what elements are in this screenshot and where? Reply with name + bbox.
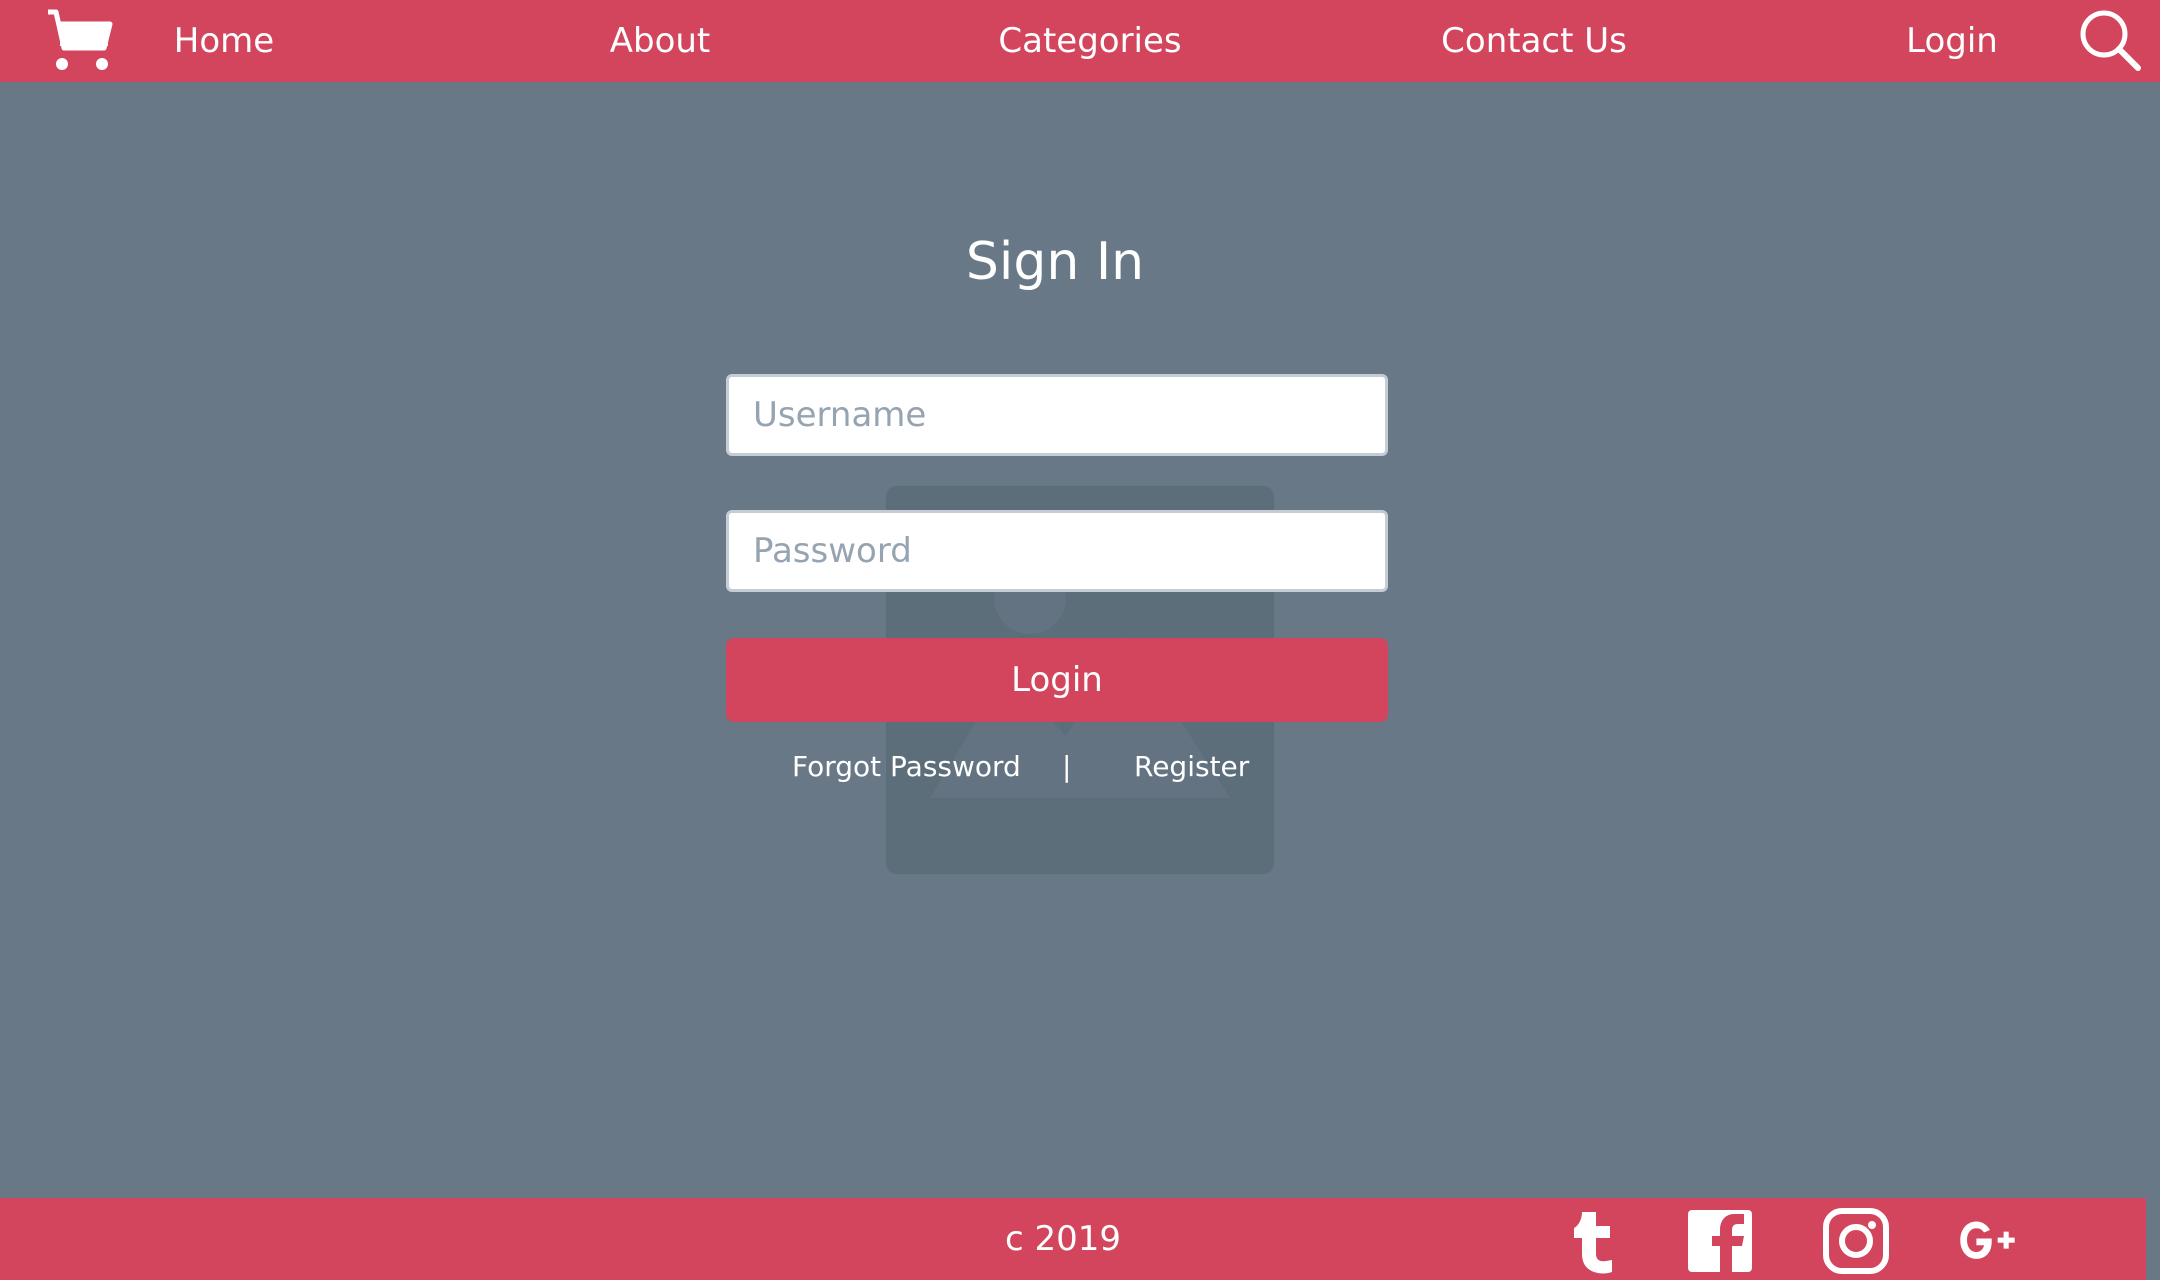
tumblr-icon[interactable] bbox=[1562, 1208, 1630, 1274]
nav-about[interactable]: About bbox=[610, 0, 711, 82]
link-separator: | bbox=[1062, 750, 1072, 783]
nav-categories[interactable]: Categories bbox=[998, 0, 1181, 82]
shopping-cart-icon[interactable] bbox=[46, 8, 114, 72]
nav-contact-us[interactable]: Contact Us bbox=[1441, 0, 1627, 82]
nav-home[interactable]: Home bbox=[174, 0, 274, 82]
register-link[interactable]: Register bbox=[1134, 750, 1249, 783]
top-nav-bar: Home About Categories Contact Us Login bbox=[0, 0, 2160, 82]
facebook-icon[interactable] bbox=[1686, 1208, 1754, 1274]
search-icon[interactable] bbox=[2078, 8, 2142, 72]
footer-bar: c 2019 bbox=[0, 1198, 2146, 1280]
username-input[interactable] bbox=[726, 374, 1388, 456]
google-plus-icon[interactable] bbox=[1956, 1208, 2024, 1274]
instagram-icon[interactable] bbox=[1822, 1208, 1890, 1274]
login-button[interactable]: Login bbox=[726, 638, 1388, 722]
page-title: Sign In bbox=[965, 232, 1145, 292]
password-input[interactable] bbox=[726, 510, 1388, 592]
nav-login[interactable]: Login bbox=[1906, 0, 1998, 82]
copyright-text: c 2019 bbox=[1004, 1219, 1122, 1259]
forgot-password-link[interactable]: Forgot Password bbox=[792, 750, 1021, 783]
